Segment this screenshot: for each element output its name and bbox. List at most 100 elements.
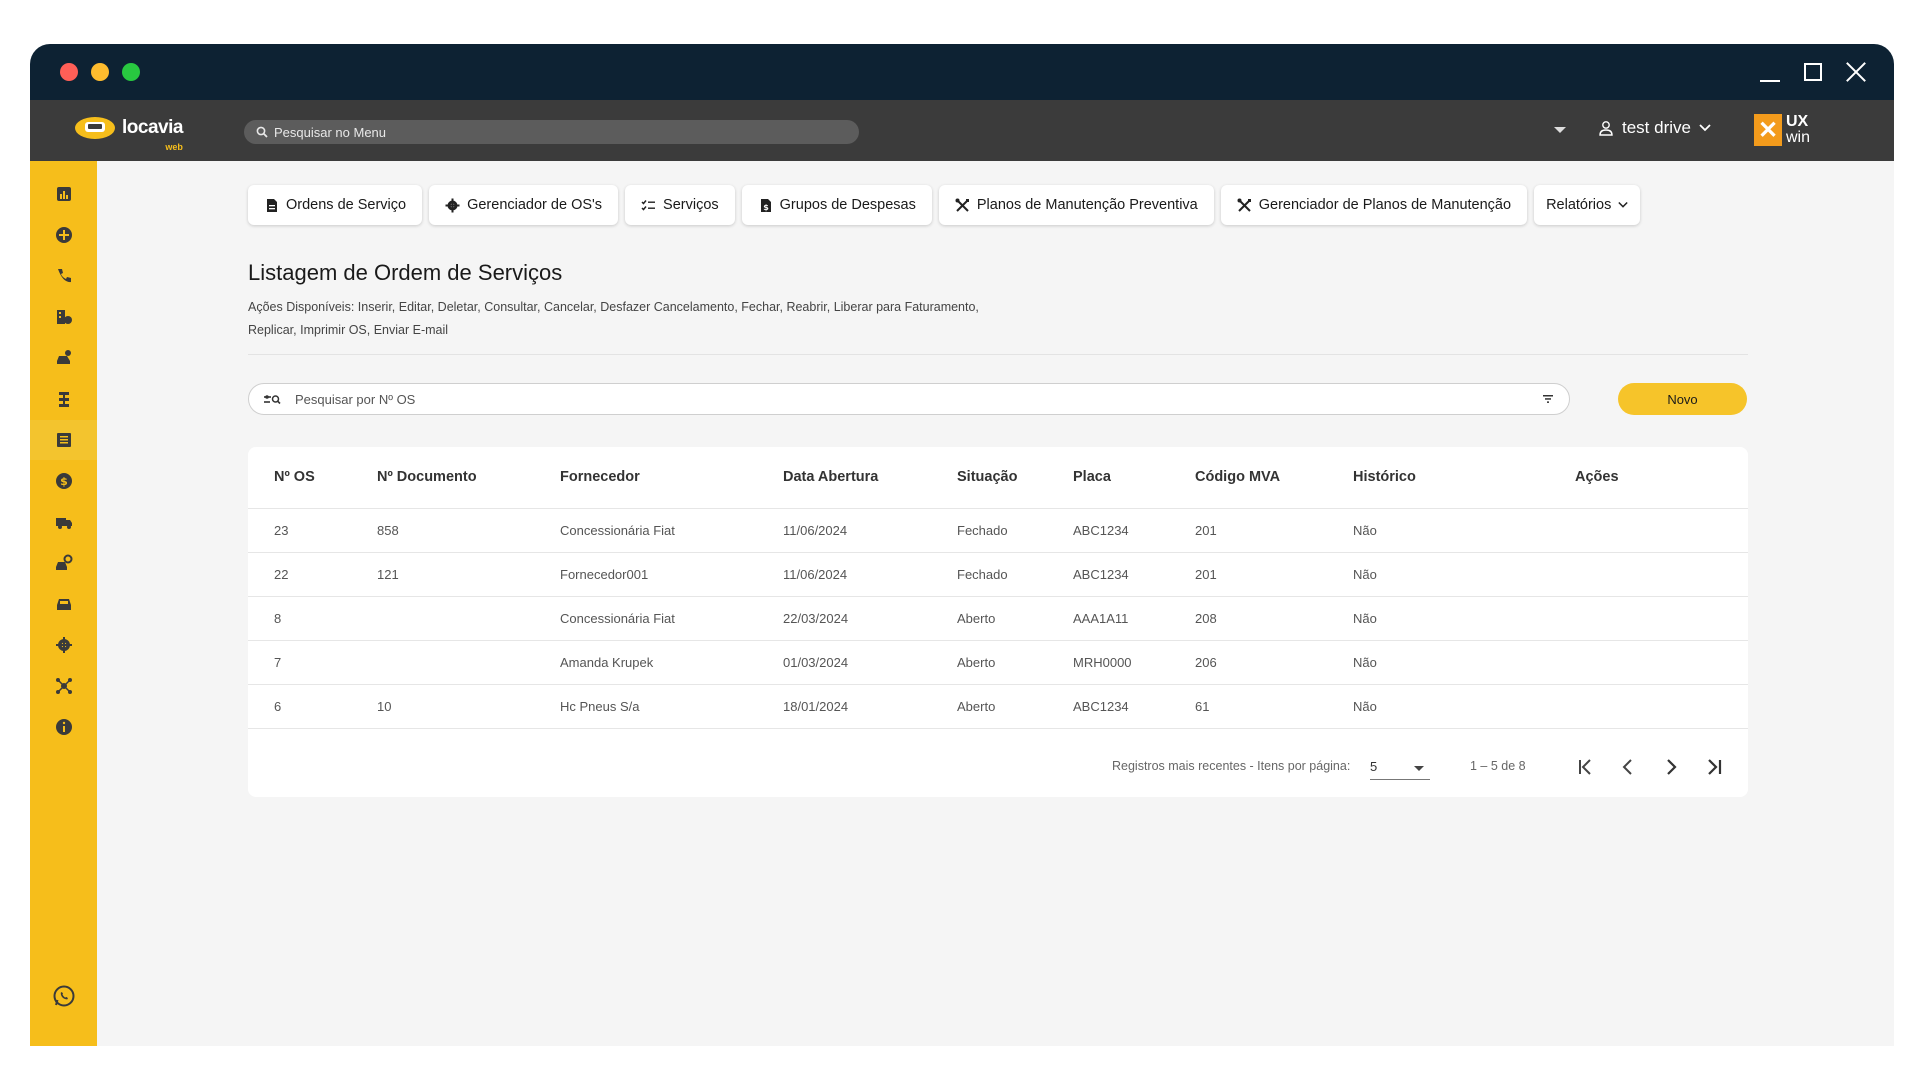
header-document-number[interactable]: Nº Documento	[377, 469, 477, 485]
service-orders-table: Nº OS Nº Documento Fornecedor Data Abert…	[248, 447, 1748, 797]
tab-grupos-de-despesas[interactable]: $ Grupos de Despesas	[741, 185, 932, 225]
sidebar-item-fleet[interactable]	[30, 502, 97, 542]
gear-icon	[445, 198, 460, 212]
table-row[interactable]: 23 858 Concessionária Fiat 11/06/2024 Fe…	[248, 509, 1748, 553]
tools-icon	[1237, 198, 1251, 212]
cell-mva-code: 208	[1195, 611, 1217, 626]
sidebar-item-calls[interactable]	[30, 256, 97, 296]
table-row[interactable]: 22 121 Fornecedor001 11/06/2024 Fechado …	[248, 553, 1748, 597]
tab-gerenciador-de-planos[interactable]: Gerenciador de Planos de Manutenção	[1220, 185, 1528, 225]
first-page-icon[interactable]	[1573, 755, 1597, 779]
page-description: Ações Disponíveis: Inserir, Editar, Dele…	[248, 300, 979, 337]
zoom-dot[interactable]	[122, 63, 140, 81]
cell-history: Não	[1353, 655, 1377, 670]
dollar-circle-icon: $	[55, 473, 72, 489]
cell-os-number: 23	[274, 523, 289, 538]
sidebar-item-vehicle-search[interactable]	[30, 543, 97, 583]
tab-gerenciador-de-os[interactable]: Gerenciador de OS's	[429, 185, 619, 225]
window-controls	[1760, 44, 1866, 100]
building-dollar-icon	[56, 310, 72, 324]
header-supplier[interactable]: Fornecedor	[560, 469, 640, 485]
chart-icon	[56, 187, 71, 201]
header-status[interactable]: Situação	[957, 469, 1017, 485]
topbar-dropdown-caret[interactable]	[1554, 127, 1566, 133]
tools-icon	[955, 198, 969, 212]
car-search-icon	[55, 554, 72, 570]
caret-down-icon	[1414, 766, 1424, 771]
cell-plate: MRH0000	[1073, 655, 1132, 670]
cell-plate: AAA1A11	[1073, 611, 1129, 626]
os-search-input[interactable]	[295, 391, 1495, 407]
uxwin-ux: UX	[1786, 113, 1809, 130]
whatsapp-icon[interactable]	[52, 984, 76, 1008]
pagination-label: Registros mais recentes - Itens por pági…	[1112, 759, 1351, 773]
cell-status: Fechado	[957, 567, 1008, 582]
last-page-icon[interactable]	[1703, 755, 1727, 779]
tab-planos-de-manutencao-preventiva[interactable]: Planos de Manutenção Preventiva	[938, 185, 1214, 225]
filter-icon[interactable]	[1541, 392, 1555, 406]
tab-label: Gerenciador de Planos de Manutenção	[1258, 197, 1512, 213]
info-icon	[55, 719, 72, 735]
header-mva-code[interactable]: Código MVA	[1195, 469, 1280, 485]
sidebar-item-dashboard[interactable]	[30, 174, 97, 214]
road-icon	[58, 392, 69, 407]
close-icon[interactable]	[1846, 62, 1866, 82]
cell-history: Não	[1353, 699, 1377, 714]
list-document-icon	[56, 433, 71, 447]
locavia-logo[interactable]: locavia web	[74, 114, 183, 152]
table-row[interactable]: 6 10 Hc Pneus S/a 18/01/2024 Aberto ABC1…	[248, 685, 1748, 729]
tab-ordens-de-servico[interactable]: Ordens de Serviço	[248, 185, 423, 225]
network-icon	[55, 678, 72, 694]
main-content: Ordens de Serviço Gerenciador de OS's Se…	[97, 161, 1894, 1046]
cell-document-number: 121	[377, 567, 399, 582]
maximize-icon[interactable]	[1804, 63, 1822, 81]
tab-servicos[interactable]: Serviços	[625, 185, 735, 225]
minimize-icon[interactable]	[1760, 62, 1780, 82]
minimize-dot[interactable]	[91, 63, 109, 81]
tab-label: Ordens de Serviço	[286, 197, 407, 213]
table-row[interactable]: 8 Concessionária Fiat 22/03/2024 Aberto …	[248, 597, 1748, 641]
search-settings-icon	[264, 395, 281, 405]
sidebar-item-service-orders[interactable]	[30, 420, 97, 460]
os-search-field[interactable]	[248, 383, 1570, 415]
previous-page-icon[interactable]	[1616, 755, 1640, 779]
table-row[interactable]: 7 Amanda Krupek 01/03/2024 Aberto MRH000…	[248, 641, 1748, 685]
cell-document-number: 10	[377, 699, 392, 714]
header-os-number[interactable]: Nº OS	[274, 469, 315, 485]
cell-status: Aberto	[957, 699, 996, 714]
sidebar: $	[30, 161, 97, 1046]
cell-history: Não	[1353, 567, 1377, 582]
cell-open-date: 18/01/2024	[783, 699, 849, 714]
sidebar-item-rental[interactable]	[30, 338, 97, 378]
page-size-value: 5	[1370, 759, 1378, 774]
header-history[interactable]: Histórico	[1353, 469, 1416, 485]
cell-history: Não	[1353, 611, 1377, 626]
sidebar-item-finance-building[interactable]	[30, 297, 97, 337]
cell-supplier: Amanda Krupek	[560, 655, 654, 670]
cell-os-number: 22	[274, 567, 289, 582]
sidebar-item-billing[interactable]: $	[30, 461, 97, 501]
sidebar-item-add[interactable]	[30, 215, 97, 255]
header-open-date[interactable]: Data Abertura	[783, 469, 878, 485]
new-button[interactable]: Novo	[1618, 383, 1747, 415]
cell-mva-code: 61	[1195, 699, 1210, 714]
cell-supplier: Concessionária Fiat	[560, 523, 675, 538]
sidebar-item-vehicles[interactable]	[30, 584, 97, 624]
checklist-icon	[641, 199, 656, 211]
truck-icon	[55, 518, 72, 529]
sidebar-item-routes[interactable]	[30, 379, 97, 419]
header-plate[interactable]: Placa	[1073, 469, 1111, 485]
close-dot[interactable]	[60, 63, 78, 81]
gear-icon	[55, 637, 72, 653]
sidebar-item-info[interactable]	[30, 707, 97, 747]
menu-search-placeholder: Pesquisar no Menu	[274, 124, 387, 140]
next-page-icon[interactable]	[1659, 755, 1683, 779]
menu-search-input[interactable]: Pesquisar no Menu	[244, 120, 859, 144]
sidebar-item-settings[interactable]	[30, 625, 97, 665]
page-size-select[interactable]: 5	[1370, 754, 1430, 780]
tab-relatorios[interactable]: Relatórios	[1534, 185, 1641, 225]
sidebar-item-integrations[interactable]	[30, 666, 97, 706]
tab-label: Grupos de Despesas	[779, 197, 916, 213]
user-menu[interactable]: test drive	[1598, 118, 1711, 138]
cell-os-number: 7	[274, 655, 282, 670]
